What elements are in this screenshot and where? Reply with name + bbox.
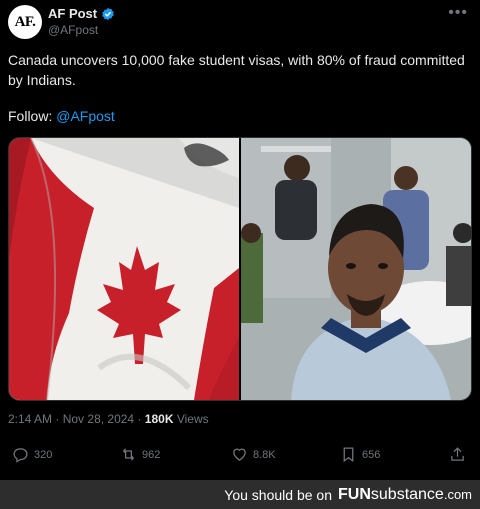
brand-domain: .com: [443, 486, 472, 502]
people-photo: [241, 138, 471, 400]
meta-separator: ·: [137, 412, 142, 426]
canada-flag-image[interactable]: [9, 138, 239, 400]
like-icon: [233, 448, 246, 461]
repost-count: 962: [142, 448, 161, 461]
watermark-footer: You should be on FUNsubstance.com: [0, 480, 480, 509]
post-time[interactable]: 2:14 AM: [8, 412, 52, 426]
bookmark-button[interactable]: 656: [340, 446, 380, 463]
post-card: AF. AF Post @AFpost ••• Canada uncovers …: [0, 0, 480, 480]
canada-flag-photo: [9, 138, 239, 400]
repost-button[interactable]: 962: [120, 446, 160, 463]
media-grid: [8, 137, 472, 401]
reply-icon: [13, 448, 28, 463]
like-count: 8.8K: [253, 448, 276, 461]
share-icon: [451, 447, 464, 461]
author-row: AF Post: [48, 6, 115, 21]
follow-line: Follow: @AFpost: [8, 108, 115, 124]
share-button[interactable]: [449, 446, 466, 463]
action-bar: 320 962 8.8K 656: [0, 446, 480, 474]
post-date[interactable]: Nov 28, 2024: [63, 412, 134, 426]
like-button[interactable]: 8.8K: [231, 446, 276, 463]
people-photo-image[interactable]: [241, 138, 471, 400]
footer-prefix: You should be on: [224, 486, 332, 503]
verified-badge-icon: [102, 7, 114, 20]
post-text: Canada uncovers 10,000 fake student visa…: [8, 52, 465, 88]
bookmark-icon: [343, 447, 354, 463]
post-meta: 2:14 AM · Nov 28, 2024 · 180K Views: [8, 412, 209, 426]
brand-rest: substance: [370, 485, 444, 503]
views-label: Views: [176, 412, 209, 426]
repost-icon: [123, 448, 134, 461]
more-icon[interactable]: •••: [448, 4, 468, 22]
meta-separator: ·: [55, 412, 60, 426]
funsubstance-logo[interactable]: FUNsubstance.com: [338, 486, 472, 504]
bookmark-count: 656: [362, 448, 381, 461]
author-handle[interactable]: @AFpost: [48, 23, 98, 37]
views-count: 180K: [144, 412, 174, 426]
reply-button[interactable]: 320: [12, 446, 52, 463]
follow-label: Follow:: [8, 108, 53, 124]
follow-link[interactable]: @AFpost: [56, 108, 115, 124]
reply-count: 320: [34, 448, 53, 461]
brand-bold: FUN: [338, 485, 371, 503]
author-name[interactable]: AF Post: [48, 6, 97, 21]
avatar[interactable]: AF.: [8, 5, 42, 39]
